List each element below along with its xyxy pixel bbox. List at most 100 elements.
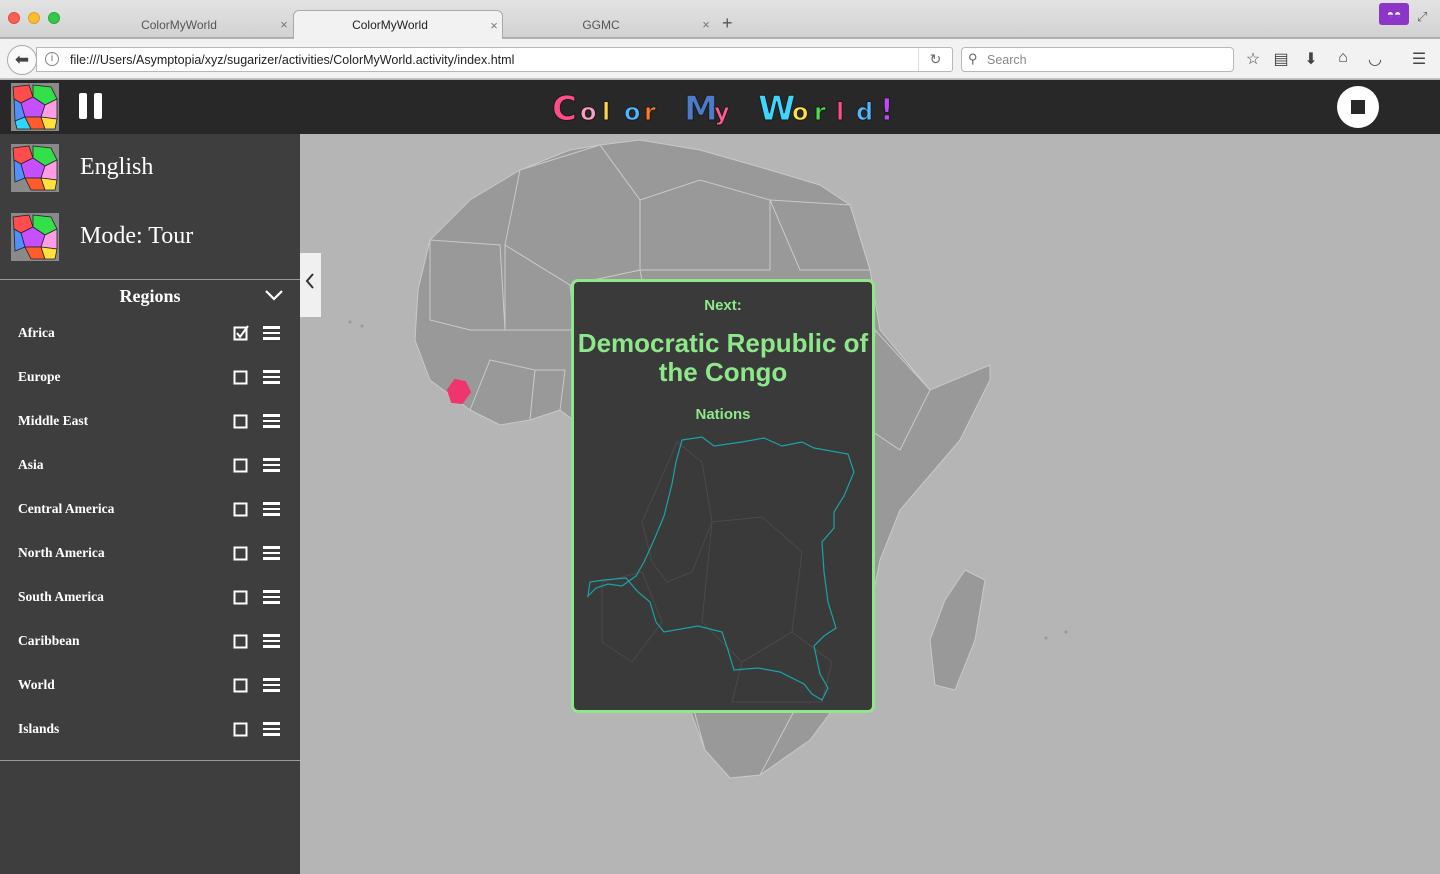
country-name: Democratic Republic of the Congo <box>577 328 869 387</box>
tab-close-icon[interactable]: × <box>276 17 292 32</box>
url-text[interactable]: file:///Users/Asymptopia/xyz/sugarizer/a… <box>70 53 514 67</box>
tab-close-icon[interactable]: × <box>698 17 714 32</box>
chevron-left-icon <box>305 273 314 289</box>
info-icon[interactable]: i <box>45 52 59 66</box>
region-row[interactable]: Middle East <box>0 400 300 444</box>
logo-letter: o <box>792 98 809 126</box>
region-name: Central America <box>18 501 115 516</box>
category-label: Nations <box>695 406 751 423</box>
region-row[interactable]: Islands <box>0 708 300 752</box>
logo-letter: C <box>552 89 577 128</box>
collapse-sidebar-button[interactable] <box>300 253 321 317</box>
mode-option[interactable]: Mode: Tour <box>0 203 300 271</box>
logo-letter: o <box>580 98 597 126</box>
zoom-window-button[interactable] <box>48 12 60 24</box>
url-bar[interactable]: i file:///Users/Asymptopia/xyz/sugarizer… <box>36 47 953 72</box>
region-row[interactable]: Caribbean <box>0 620 300 664</box>
minimize-window-button[interactable] <box>28 12 40 24</box>
menu-lines-icon[interactable] <box>263 458 280 472</box>
region-name: South America <box>18 589 104 604</box>
tab-close-icon[interactable]: × <box>486 18 502 33</box>
language-label: English <box>80 154 154 180</box>
region-row[interactable]: North America <box>0 532 300 576</box>
search-icon: ⚲ <box>968 51 978 66</box>
menu-lines-icon[interactable] <box>263 722 280 736</box>
sidebar-panel: English Mode: Tour Regions Africa Europe M… <box>0 134 300 874</box>
pause-icon[interactable] <box>79 93 103 119</box>
region-row[interactable]: South America <box>0 576 300 620</box>
region-name: North America <box>18 545 105 560</box>
browser-tab[interactable]: GGMC × <box>504 10 714 39</box>
browser-tab-active[interactable]: ColorMyWorld × <box>293 10 503 39</box>
stop-button[interactable] <box>1337 86 1379 128</box>
region-name: World <box>18 677 55 692</box>
tab-title: ColorMyWorld <box>141 17 217 32</box>
checkbox-icon[interactable] <box>233 677 249 693</box>
logo-letter: r <box>644 98 656 126</box>
hamburger-menu-icon[interactable]: ☰ <box>1409 49 1429 69</box>
private-browsing-icon[interactable]: ◓◓ <box>1379 3 1409 25</box>
app-toolbar: ColorMyWorld! <box>0 80 1440 134</box>
region-name: Europe <box>18 369 61 384</box>
next-country-card: Next: Democratic Republic of the Congo N… <box>571 279 875 713</box>
language-option[interactable]: English <box>0 134 300 202</box>
checkbox-icon[interactable] <box>233 633 249 649</box>
language-icon <box>11 144 59 192</box>
menu-lines-icon[interactable] <box>263 502 280 516</box>
logo-letter: r <box>814 98 826 126</box>
logo-letter: o <box>624 98 641 126</box>
logo-letter: ! <box>880 93 890 128</box>
menu-lines-icon[interactable] <box>263 370 280 384</box>
region-row[interactable]: Europe <box>0 356 300 400</box>
logo-letter: l <box>602 98 610 126</box>
menu-lines-icon[interactable] <box>263 590 280 604</box>
search-placeholder: Search <box>987 53 1027 67</box>
color-my-world-logo: ColorMyWorld! <box>552 89 891 129</box>
region-name: Islands <box>18 721 60 736</box>
new-tab-button[interactable]: + <box>722 13 733 34</box>
checkbox-checked-icon[interactable] <box>233 325 249 341</box>
browser-tabstrip: ColorMyWorld × ColorMyWorld × GGMC × + ◓… <box>0 0 1440 39</box>
download-icon[interactable]: ⬇ <box>1301 49 1321 69</box>
next-label: Next: <box>704 297 742 314</box>
checkbox-icon[interactable] <box>233 721 249 737</box>
menu-lines-icon[interactable] <box>263 326 280 340</box>
checkbox-icon[interactable] <box>233 413 249 429</box>
region-row[interactable]: Central America <box>0 488 300 532</box>
divider <box>0 760 300 761</box>
checkbox-icon[interactable] <box>233 589 249 605</box>
logo-letter: W <box>758 89 796 128</box>
menu-lines-icon[interactable] <box>263 634 280 648</box>
reload-icon[interactable]: ↻ <box>918 48 952 71</box>
mode-label: Mode: Tour <box>80 223 194 249</box>
logo-letter: y <box>714 98 730 126</box>
country-outline-map <box>587 436 855 703</box>
back-button[interactable]: ⬅ <box>7 45 37 75</box>
checkbox-icon[interactable] <box>233 545 249 561</box>
menu-lines-icon[interactable] <box>263 546 280 560</box>
search-input[interactable]: ⚲ Search <box>961 47 1234 72</box>
logo-letter: l <box>836 98 844 126</box>
region-row[interactable]: World <box>0 664 300 708</box>
logo-letter: d <box>856 98 873 126</box>
chevron-down-icon[interactable] <box>264 288 284 302</box>
checkbox-icon[interactable] <box>233 501 249 517</box>
browser-tab[interactable]: ColorMyWorld × <box>82 10 292 39</box>
checkbox-icon[interactable] <box>233 457 249 473</box>
menu-lines-icon[interactable] <box>263 678 280 692</box>
reading-list-icon[interactable]: ▤ <box>1271 49 1291 69</box>
tab-title: ColorMyWorld <box>352 18 428 32</box>
region-row[interactable]: Africa <box>0 312 300 356</box>
activity-icon[interactable] <box>11 83 59 131</box>
region-row[interactable]: Asia <box>0 444 300 488</box>
browser-navbar: i file:///Users/Asymptopia/xyz/sugarizer… <box>0 39 1440 79</box>
drc-outline <box>587 436 855 701</box>
home-icon[interactable]: ⌂ <box>1333 49 1353 67</box>
regions-header[interactable]: Regions <box>0 282 300 312</box>
pocket-icon[interactable]: ◡ <box>1365 49 1385 69</box>
close-window-button[interactable] <box>8 12 20 24</box>
bookmark-star-icon[interactable]: ☆ <box>1243 49 1263 69</box>
fullscreen-icon[interactable]: ⤢ <box>1417 9 1427 25</box>
menu-lines-icon[interactable] <box>263 414 280 428</box>
checkbox-icon[interactable] <box>233 369 249 385</box>
